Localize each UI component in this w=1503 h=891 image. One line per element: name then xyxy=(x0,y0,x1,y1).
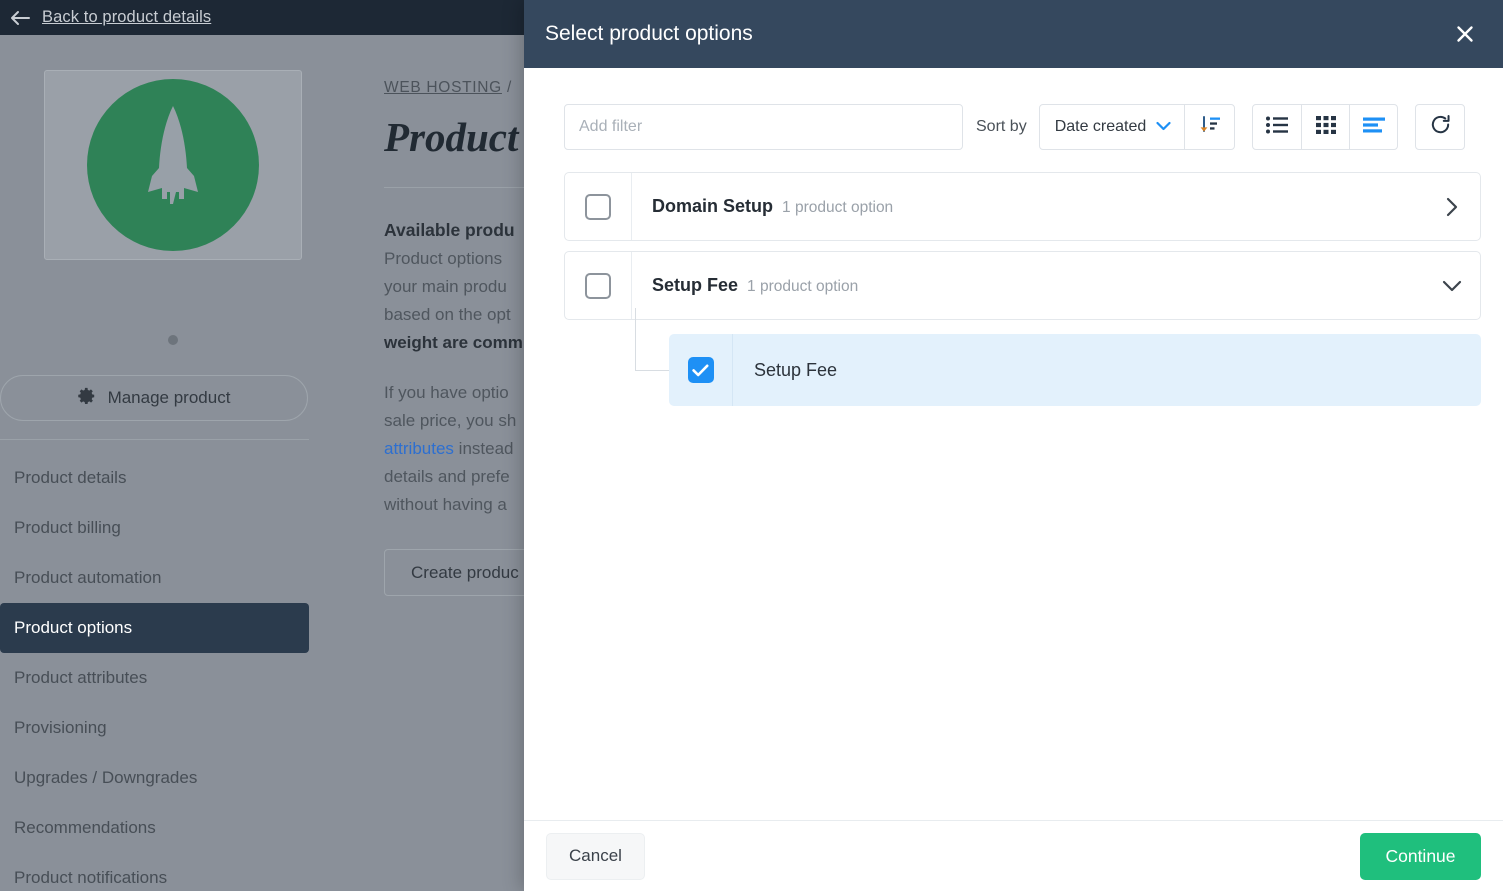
chevron-down-icon xyxy=(1156,118,1171,136)
group-labels: Setup Fee 1 product option xyxy=(632,275,1424,296)
manage-product-button[interactable]: Manage product xyxy=(0,375,308,421)
sidebar-item-provisioning[interactable]: Provisioning xyxy=(0,703,309,753)
sidebar-item-label: Provisioning xyxy=(14,718,107,737)
sort-field-value: Date created xyxy=(1054,118,1147,135)
sidebar-item-label: Upgrades / Downgrades xyxy=(14,768,198,787)
sidebar-item-product-automation[interactable]: Product automation xyxy=(0,553,309,603)
child-checkbox-cell[interactable] xyxy=(669,334,733,406)
sidebar-item-upgrades-downgrades[interactable]: Upgrades / Downgrades xyxy=(0,753,309,803)
view-mode-group xyxy=(1252,104,1399,150)
child-option-row[interactable]: Setup Fee xyxy=(669,334,1481,406)
sidebar-divider xyxy=(0,439,309,440)
select-product-options-modal: Select product options Sort by Date crea… xyxy=(524,0,1503,891)
list-view-icon xyxy=(1266,116,1289,139)
gear-icon xyxy=(77,387,96,410)
sort-control-group: Date created xyxy=(1038,104,1236,150)
chevron-right-icon[interactable] xyxy=(1424,196,1480,218)
paragraph-line: instead xyxy=(453,439,514,458)
image-carousel-dots[interactable] xyxy=(0,335,345,345)
option-group-row[interactable]: Domain Setup 1 product option xyxy=(564,172,1481,241)
group-count: 1 product option xyxy=(747,278,859,295)
detail-view-icon xyxy=(1362,117,1385,138)
cancel-label: Cancel xyxy=(569,846,622,865)
sidebar-item-product-notifications[interactable]: Product notifications xyxy=(0,853,309,891)
breadcrumb-separator: / xyxy=(501,79,512,96)
sidebar-item-product-details[interactable]: Product details xyxy=(0,453,309,503)
sort-field-dropdown[interactable]: Date created xyxy=(1040,105,1185,149)
sidebar-item-product-attributes[interactable]: Product attributes xyxy=(0,653,309,703)
create-button-label: Create produc xyxy=(411,562,519,582)
continue-label: Continue xyxy=(1385,845,1456,866)
group-name: Domain Setup xyxy=(652,196,774,216)
sidebar-item-label: Product details xyxy=(14,468,127,487)
paragraph-line: sale price, you sh xyxy=(384,411,517,430)
sidebar-item-label: Product automation xyxy=(14,568,162,587)
sidebar-item-recommendations[interactable]: Recommendations xyxy=(0,803,309,853)
modal-body: Sort by Date created xyxy=(524,68,1503,820)
sidebar-item-product-options[interactable]: Product options xyxy=(0,603,309,653)
refresh-button[interactable] xyxy=(1415,104,1466,150)
sidebar-item-label: Product attributes xyxy=(14,668,148,687)
modal-header: Select product options xyxy=(524,0,1503,68)
carousel-dot[interactable] xyxy=(167,335,178,345)
paragraph-line: your main produ xyxy=(384,277,507,296)
sort-by-label: Sort by xyxy=(976,118,1027,135)
sidebar-item-label: Product notifications xyxy=(14,868,168,887)
sort-descending-icon xyxy=(1199,114,1221,141)
modal-title: Select product options xyxy=(545,22,753,45)
modal-footer: Cancel Continue xyxy=(524,820,1503,891)
paragraph-line: If you have optio xyxy=(384,383,509,402)
group-labels: Domain Setup 1 product option xyxy=(632,196,1424,217)
child-option-name: Setup Fee xyxy=(754,359,838,380)
close-icon[interactable] xyxy=(1449,18,1481,50)
sidebar-item-label: Recommendations xyxy=(14,818,156,837)
sidebar-item-label: Product billing xyxy=(14,518,121,537)
list-view-button[interactable] xyxy=(1253,105,1301,149)
paragraph-line: weight are comm xyxy=(384,333,523,352)
group-checkbox[interactable] xyxy=(585,193,611,220)
child-option-wrapper: Setup Fee xyxy=(564,308,1481,406)
sidebar-item-product-billing[interactable]: Product billing xyxy=(0,503,309,553)
grid-view-icon xyxy=(1315,115,1336,139)
cancel-button[interactable]: Cancel xyxy=(546,832,645,880)
manage-product-label: Manage product xyxy=(107,388,231,407)
product-sidebar: Manage product Product details Product b… xyxy=(0,35,345,891)
refresh-icon xyxy=(1429,113,1452,141)
tree-connector-vertical xyxy=(635,308,636,370)
paragraph-line: based on the opt xyxy=(384,305,511,324)
product-image-card xyxy=(43,70,302,260)
arrow-left-icon[interactable] xyxy=(10,8,30,28)
grid-view-button[interactable] xyxy=(1301,105,1349,149)
sidebar-item-label: Product options xyxy=(14,618,133,637)
attributes-link[interactable]: attributes xyxy=(384,439,454,458)
back-to-product-details-link[interactable]: Back to product details xyxy=(42,8,211,27)
filter-input[interactable] xyxy=(564,104,963,150)
option-group-row[interactable]: Setup Fee 1 product option xyxy=(564,251,1481,320)
group-name: Setup Fee xyxy=(652,275,739,295)
detail-view-button[interactable] xyxy=(1349,105,1397,149)
paragraph-line: Product options xyxy=(384,249,503,268)
group-checkbox-cell[interactable] xyxy=(565,173,632,240)
paragraph-line: details and prefe xyxy=(384,467,510,486)
sidebar-nav: Product details Product billing Product … xyxy=(0,453,309,891)
continue-button[interactable]: Continue xyxy=(1360,832,1481,880)
sort-direction-button[interactable] xyxy=(1184,105,1234,149)
chevron-down-icon[interactable] xyxy=(1424,279,1480,293)
product-options-list: Domain Setup 1 product option Setup Fee … xyxy=(564,172,1481,406)
group-count: 1 product option xyxy=(782,199,894,216)
options-toolbar: Sort by Date created xyxy=(564,104,1481,150)
rocket-shuttle-icon xyxy=(86,79,259,251)
child-checkbox[interactable] xyxy=(687,357,714,383)
tree-connector-horizontal xyxy=(635,370,672,371)
group-checkbox[interactable] xyxy=(585,272,611,299)
group-checkbox-cell[interactable] xyxy=(565,252,632,319)
paragraph-line: without having a xyxy=(384,495,507,514)
breadcrumb-link-web-hosting[interactable]: WEB HOSTING xyxy=(384,79,502,96)
